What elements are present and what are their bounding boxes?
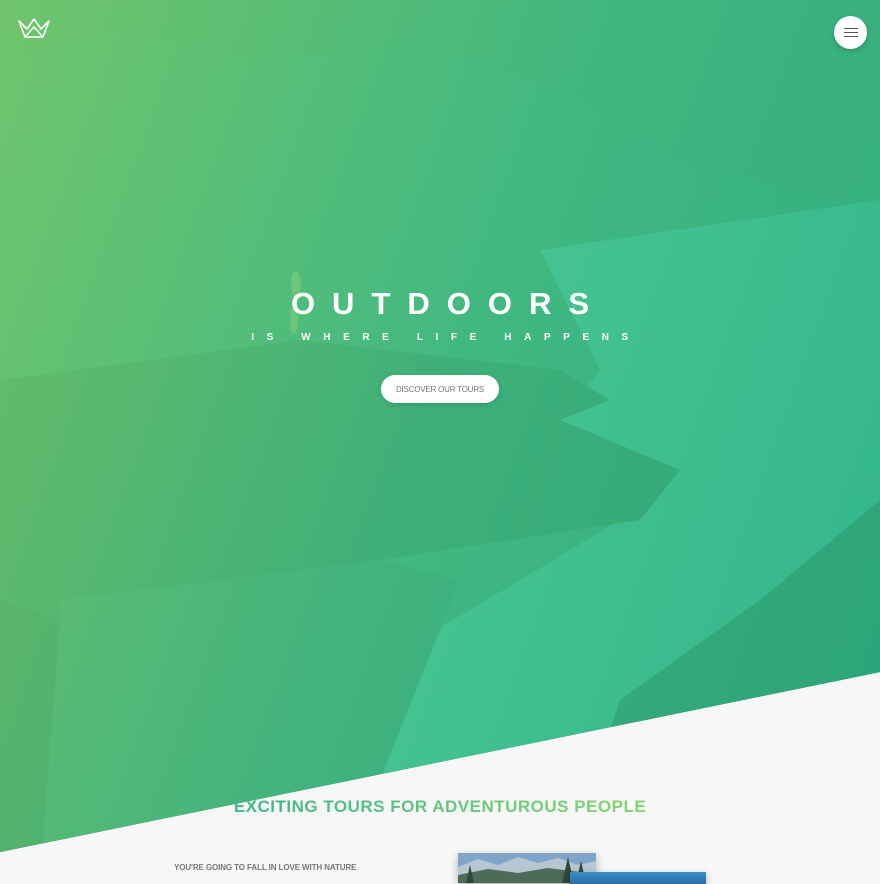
hamburger-menu-icon [843,27,858,38]
crown-logo-icon[interactable] [17,17,51,41]
hero-subtitle: IS WHERE LIFE HAPPENS [251,332,641,343]
hero-gradient-overlay [0,0,880,852]
intro-heading: YOU'RE GOING TO FALL IN LOVE WITH NATURE [174,863,357,872]
section-heading: EXCITING TOURS FOR ADVENTUROUS PEOPLE [0,797,880,817]
menu-button[interactable] [834,16,867,49]
hero-section [0,0,880,852]
hero-title: OUTDOORS [290,286,607,321]
discover-tours-button[interactable]: DISCOVER OUR TOURS [381,375,499,403]
tour-photo-2 [570,872,706,884]
